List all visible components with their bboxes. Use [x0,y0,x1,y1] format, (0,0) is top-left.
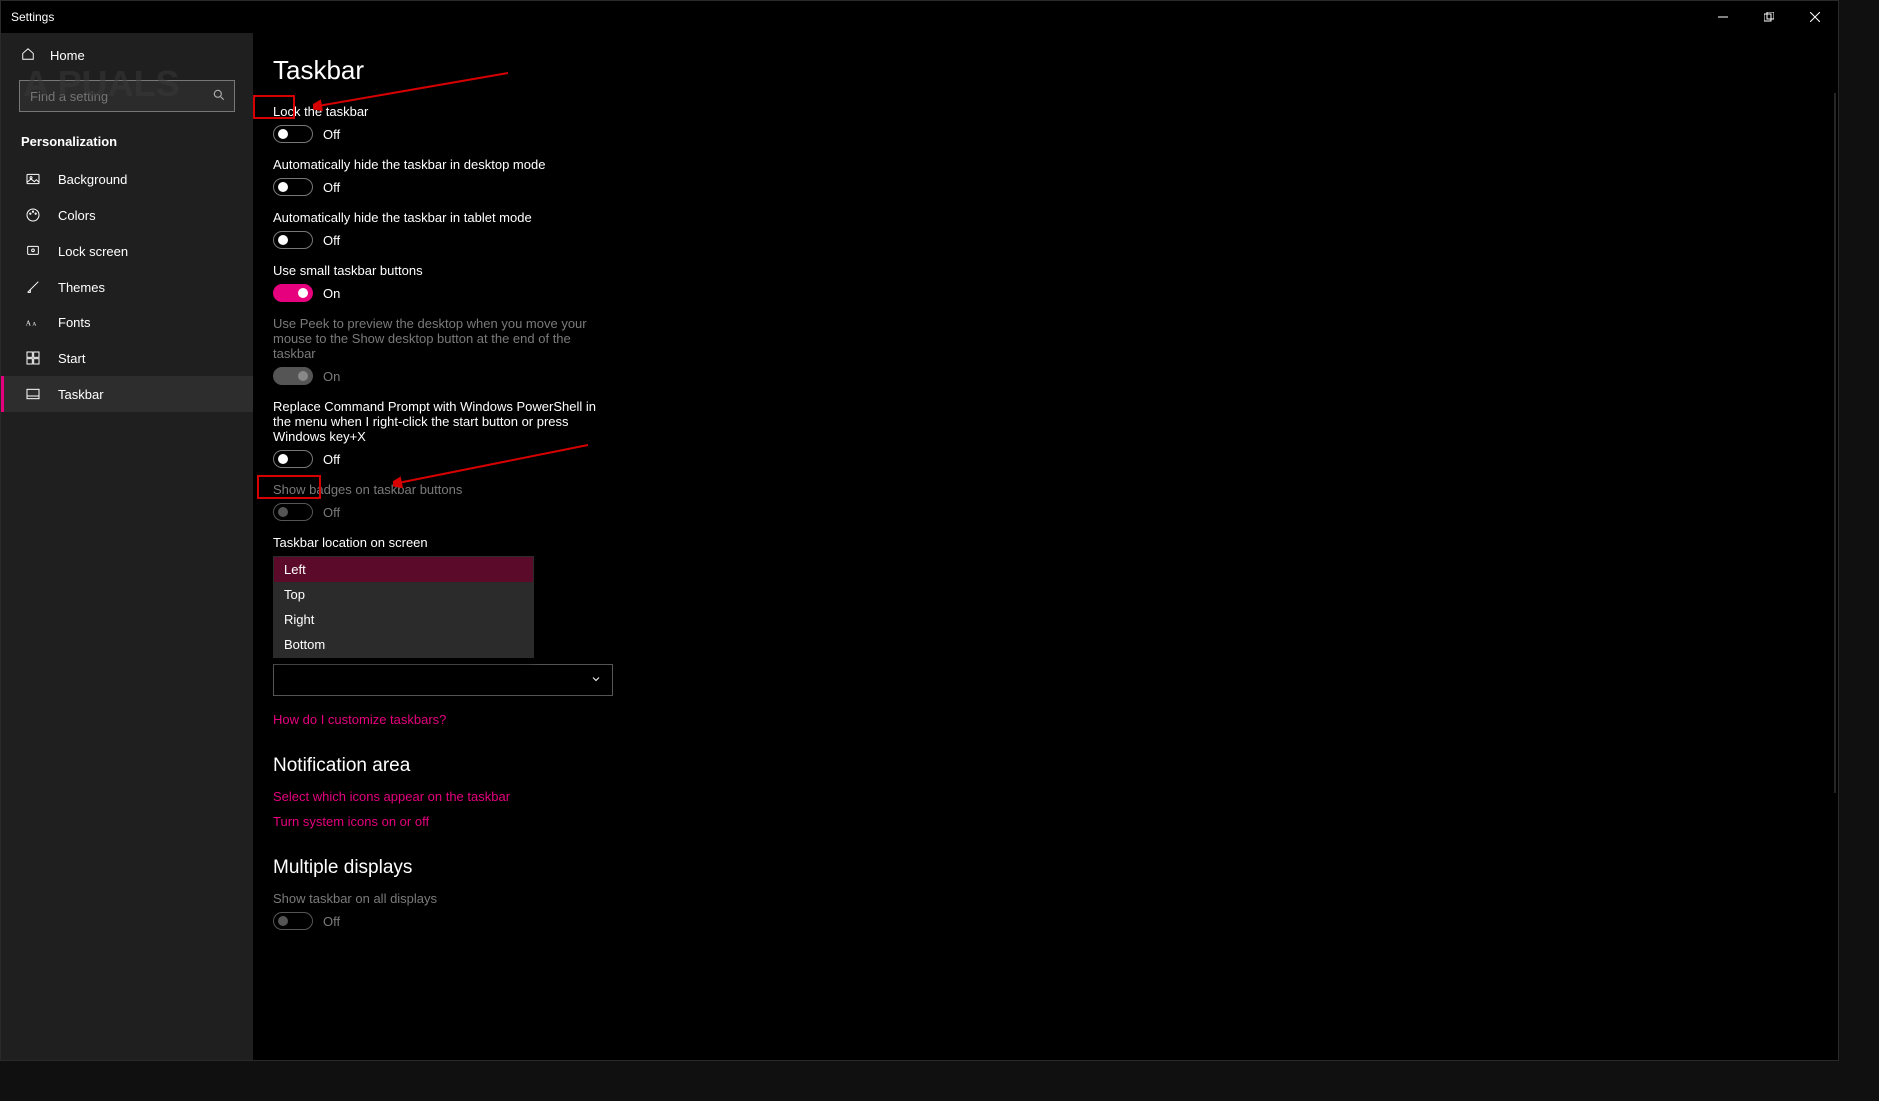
setting-replace-command-prompt-with-windows-powe: Replace Command Prompt with Windows Powe… [273,399,613,468]
home-label: Home [50,48,85,63]
combine-buttons-dropdown[interactable] [273,664,613,696]
svg-text:A: A [26,319,32,327]
setting-automatically-hide-the-taskbar-in-deskto: Automatically hide the taskbar in deskto… [273,157,613,196]
search-input[interactable] [28,88,212,105]
setting-label: Automatically hide the taskbar in deskto… [273,157,613,172]
page-title: Taskbar [273,55,1838,86]
minimize-button[interactable] [1700,1,1746,33]
toggle-state: Off [323,505,340,520]
lock-icon [24,243,42,259]
toggle-automatically-hide-the-taskbar-in-deskto[interactable] [273,178,313,196]
location-option-top[interactable]: Top [274,582,533,607]
notification-area-heading: Notification area [273,755,1838,777]
titlebar: Settings [1,1,1838,33]
toggle-state: On [323,286,340,301]
show-taskbar-all-displays-label: Show taskbar on all displays [273,891,613,906]
setting-label: Use Peek to preview the desktop when you… [273,316,613,361]
toggle-state: On [323,369,340,384]
chevron-down-icon [590,673,602,688]
setting-label: Automatically hide the taskbar in tablet… [273,210,613,225]
sidebar: A PUALS Home Personalization BackgroundC… [1,33,253,1060]
palette-icon [24,207,42,223]
setting-label: Lock the taskbar [273,104,613,119]
location-option-bottom[interactable]: Bottom [274,632,533,657]
setting-use-small-taskbar-buttons: Use small taskbar buttons On [273,263,613,302]
app-title: Settings [11,10,54,24]
maximize-button[interactable] [1746,1,1792,33]
show-taskbar-all-displays-setting: Show taskbar on all displays Off [273,891,613,930]
sidebar-item-taskbar[interactable]: Taskbar [1,376,253,412]
sidebar-item-themes[interactable]: Themes [1,269,253,305]
brush-icon [24,279,42,295]
setting-label: Show badges on taskbar buttons [273,482,613,497]
taskbar-location-label: Taskbar location on screen [273,535,1838,550]
sidebar-item-label: Fonts [58,315,91,330]
show-taskbar-all-displays-toggle[interactable] [273,912,313,930]
sidebar-nav: Background Colors Lock screen Themes AA Fonts… [1,161,253,412]
home-icon [21,47,35,64]
select-icons-link[interactable]: Select which icons appear on the taskbar [273,789,1838,804]
toggle-state: Off [323,180,340,195]
sidebar-item-lock-screen[interactable]: Lock screen [1,233,253,269]
sidebar-item-background[interactable]: Background [1,161,253,197]
settings-window: Settings A PUALS Home Personalization Ba… [0,0,1839,1061]
setting-show-badges-on-taskbar-buttons: Show badges on taskbar buttons Off [273,482,613,521]
window-controls [1700,1,1838,33]
picture-icon [24,171,42,187]
sidebar-item-fonts[interactable]: AA Fonts [1,305,253,340]
sidebar-item-label: Background [58,172,127,187]
sidebar-item-colors[interactable]: Colors [1,197,253,233]
taskbar-icon [24,386,42,402]
content-pane: Taskbar Lock the taskbar Off Automatical… [253,33,1838,1060]
turn-system-icons-link[interactable]: Turn system icons on or off [273,814,1838,829]
toggle-use-peek-to-preview-the-desktop-when-you[interactable] [273,367,313,385]
category-title: Personalization [1,122,253,161]
toggle-automatically-hide-the-taskbar-in-tablet[interactable] [273,231,313,249]
toggle-show-badges-on-taskbar-buttons[interactable] [273,503,313,521]
sidebar-item-label: Colors [58,208,96,223]
toggle-replace-command-prompt-with-windows-powe[interactable] [273,450,313,468]
setting-label: Use small taskbar buttons [273,263,613,278]
search-icon [212,88,226,105]
font-icon: AA [24,317,42,329]
location-option-right[interactable]: Right [274,607,533,632]
sidebar-item-label: Taskbar [58,387,104,402]
location-option-left[interactable]: Left [274,557,533,582]
toggle-use-small-taskbar-buttons[interactable] [273,284,313,302]
scrollbar[interactable] [1834,93,1836,793]
search-box[interactable] [19,80,235,112]
sidebar-item-label: Themes [58,280,105,295]
start-icon [24,350,42,366]
customize-taskbars-link[interactable]: How do I customize taskbars? [273,712,1838,727]
svg-text:A: A [32,321,36,327]
setting-use-peek-to-preview-the-desktop-when-you: Use Peek to preview the desktop when you… [273,316,613,385]
toggle-state: Off [323,452,340,467]
toggle-state: Off [323,233,340,248]
setting-automatically-hide-the-taskbar-in-tablet: Automatically hide the taskbar in tablet… [273,210,613,249]
close-button[interactable] [1792,1,1838,33]
multiple-displays-heading: Multiple displays [273,857,1838,879]
home-link[interactable]: Home [1,33,253,78]
setting-label: Replace Command Prompt with Windows Powe… [273,399,613,444]
taskbar-location-dropdown-open[interactable]: LeftTopRightBottom [273,556,534,658]
sidebar-item-start[interactable]: Start [1,340,253,376]
toggle-lock-the-taskbar[interactable] [273,125,313,143]
show-taskbar-all-displays-state: Off [323,914,340,929]
sidebar-item-label: Start [58,351,85,366]
sidebar-item-label: Lock screen [58,244,128,259]
toggle-state: Off [323,127,340,142]
setting-lock-the-taskbar: Lock the taskbar Off [273,104,613,143]
